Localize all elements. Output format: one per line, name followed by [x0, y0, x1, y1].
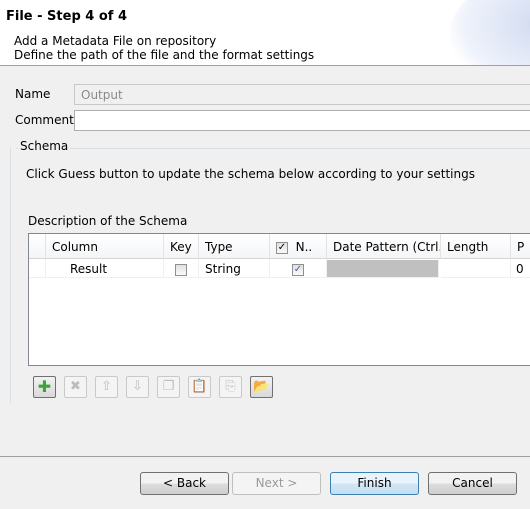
row-header[interactable] [29, 259, 46, 278]
move-down-button[interactable]: ⇩ [126, 376, 149, 398]
next-button[interactable]: Next > [232, 472, 321, 495]
column-header-type[interactable]: Type [199, 234, 270, 259]
add-icon: ✚ [37, 377, 52, 396]
nullable-checkbox[interactable]: ✓ [292, 263, 304, 276]
name-label: Name [15, 87, 51, 101]
comment-input[interactable] [74, 110, 530, 131]
cell-column[interactable]: Result [46, 259, 164, 278]
copy-icon: ❐ [162, 379, 175, 394]
cell-type[interactable]: String [199, 259, 270, 278]
schema-group-label: Schema [18, 139, 71, 153]
delete-button[interactable]: ✖ [64, 376, 87, 398]
nullable-header-label: N.. [295, 240, 313, 254]
back-button[interactable]: < Back [140, 472, 229, 495]
schema-group-border [16, 148, 530, 149]
wizard-subtitle: Add a Metadata File on repository [14, 34, 217, 48]
column-header-column[interactable]: Column [46, 234, 164, 259]
export-icon: 📂 [253, 379, 270, 394]
row-header-corner [29, 234, 46, 259]
cell-length[interactable] [441, 259, 511, 278]
move-up-icon: ⇧ [101, 379, 112, 394]
wizard-header: File - Step 4 of 4 Add a Metadata File o… [0, 0, 530, 66]
column-header-date-pattern[interactable]: Date Pattern (Ctrl... [327, 234, 441, 259]
schema-table[interactable]: Column Key Type ✓ N.. Date Pattern (Ctrl… [28, 233, 530, 366]
import-button[interactable]: ⎘ [219, 376, 242, 398]
wizard-title: File - Step 4 of 4 [6, 9, 128, 24]
export-button[interactable]: 📂 [250, 376, 273, 398]
wizard-description: Define the path of the file and the form… [14, 48, 315, 62]
column-header-key[interactable]: Key [164, 234, 199, 259]
copy-button[interactable]: ❐ [157, 376, 180, 398]
move-down-icon: ⇩ [132, 379, 143, 394]
nullable-all-checkbox[interactable]: ✓ [276, 241, 288, 254]
column-header-precision[interactable]: P [511, 234, 530, 259]
cell-nullable[interactable]: ✓ [270, 259, 327, 278]
cancel-button[interactable]: Cancel [428, 472, 517, 495]
column-header-length[interactable]: Length [441, 234, 511, 259]
cell-date-pattern[interactable] [327, 260, 439, 278]
paste-button[interactable]: 📋 [188, 376, 211, 398]
cell-precision[interactable]: 0 [511, 259, 530, 278]
add-button[interactable]: ✚ [33, 376, 56, 398]
name-input[interactable] [74, 84, 530, 105]
key-checkbox[interactable] [175, 263, 187, 276]
move-up-button[interactable]: ⇧ [95, 376, 118, 398]
finish-button[interactable]: Finish [330, 472, 419, 495]
schema-description-label: Description of the Schema [28, 214, 188, 228]
footer-separator [0, 456, 530, 457]
schema-hint: Click Guess button to update the schema … [26, 167, 475, 181]
import-icon: ⎘ [225, 379, 236, 394]
column-header-nullable[interactable]: ✓ N.. [270, 234, 327, 259]
delete-icon: ✖ [70, 379, 81, 394]
paste-icon: 📋 [191, 379, 208, 394]
header-decoration [450, 0, 530, 65]
comment-label: Comment [15, 113, 74, 127]
cell-key[interactable] [164, 259, 199, 278]
schema-group-border-left [10, 148, 11, 403]
